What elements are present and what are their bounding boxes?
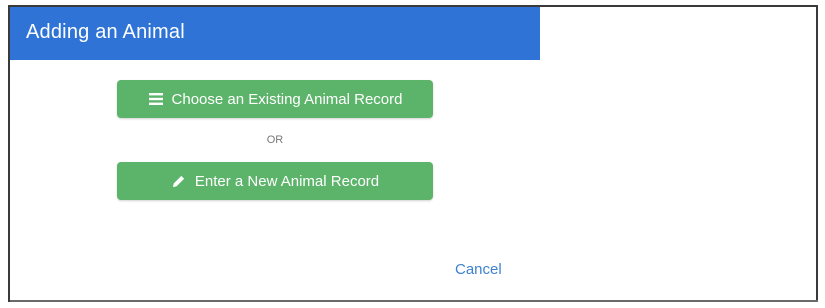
bottom-divider [10,300,818,302]
choose-existing-record-button[interactable]: Choose an Existing Animal Record [117,80,433,118]
enter-new-record-button[interactable]: Enter a New Animal Record [117,162,433,200]
dialog-header: Adding an Animal [10,7,540,60]
list-icon [148,91,164,107]
dialog: Adding an Animal Choose an Existing Anim… [8,5,818,302]
pencil-icon [171,173,187,189]
dialog-title: Adding an Animal [26,21,185,43]
cancel-link[interactable]: Cancel [455,261,502,278]
choose-existing-record-label: Choose an Existing Animal Record [171,90,403,108]
enter-new-record-label: Enter a New Animal Record [194,172,380,190]
or-separator: OR [266,134,284,146]
